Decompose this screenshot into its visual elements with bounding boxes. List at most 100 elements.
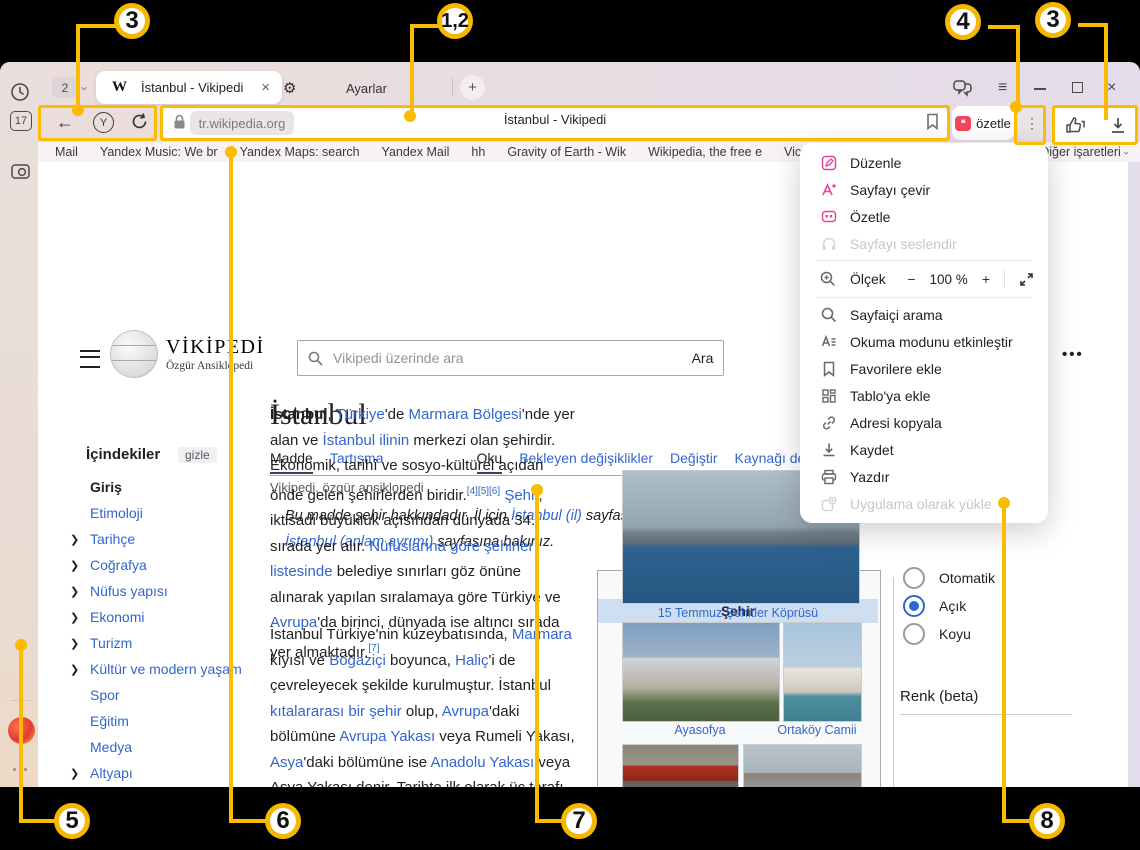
install-app-icon (820, 495, 837, 512)
bookmark-item[interactable]: Yandex Maps: search (240, 145, 360, 159)
bookmark-item[interactable]: Yandex Music: We br (100, 145, 218, 159)
annotation-box-nav-buttons (38, 105, 157, 141)
callout-8: 8 (1029, 803, 1065, 839)
annotation-line (76, 24, 116, 28)
tab-degistir[interactable]: Değiştir (670, 450, 717, 472)
annotation-line (1104, 23, 1108, 120)
menu-item-tabloya-ekle[interactable]: Tablo'ya ekle (800, 382, 1048, 409)
tab-close-icon[interactable]: × (261, 79, 270, 96)
minimize-button[interactable] (1034, 88, 1046, 90)
bookmark-item[interactable]: Mail (55, 145, 78, 159)
toc-item[interactable]: Kardeş şehirler (66, 786, 272, 787)
annotation-line (229, 819, 267, 823)
summarize-button[interactable]: ❝ özetle (952, 106, 1014, 140)
bookmark-item[interactable]: Gravity of Earth - Wik (507, 145, 626, 159)
toc-title: İçindekiler (86, 446, 160, 463)
wiki-search-input[interactable]: Vikipedi üzerinde ara (297, 340, 685, 376)
annotation-line (19, 645, 23, 823)
menu-item-favorilere-ekle[interactable]: Favorilere ekle (800, 355, 1048, 382)
callout-3-top-left: 3 (114, 3, 150, 39)
wiki-search-button[interactable]: Ara (682, 340, 724, 376)
active-tab[interactable]: W İstanbul - Vikipedi × (96, 71, 282, 104)
toc-item[interactable]: ❯Tarihçe (66, 526, 272, 552)
bookmark-item[interactable]: Wikipedia, the free e (648, 145, 762, 159)
search-icon (308, 351, 323, 366)
callout-3-top-right: 3 (1035, 2, 1071, 38)
zoom-in-button[interactable]: + (982, 271, 990, 287)
menu-item-kaydet[interactable]: Kaydet (800, 436, 1048, 463)
radio-icon[interactable] (903, 623, 925, 645)
toc-item[interactable]: Eğitim (66, 708, 272, 734)
annotation-box-side-tools (1052, 105, 1138, 145)
radio-koyu[interactable]: Koyu (903, 622, 971, 646)
toc-item[interactable]: Etimoloji (66, 500, 272, 526)
menu-item-ozetle[interactable]: Özetle (800, 203, 1048, 230)
screenshot-icon[interactable] (9, 161, 33, 181)
zoom-icon (820, 271, 837, 288)
tab-group-chevron-icon[interactable]: › (83, 80, 87, 98)
radio-otomatik[interactable]: Otomatik (903, 566, 995, 590)
menu-item-sayfaici-arama[interactable]: Sayfaiçi arama (800, 301, 1048, 328)
tram-photo[interactable] (622, 744, 739, 787)
menu-item-duzenle[interactable]: Düzenle (800, 149, 1048, 176)
wikipedia-globe-logo[interactable] (110, 330, 158, 378)
fullscreen-icon[interactable] (1019, 272, 1034, 287)
find-in-page-icon (820, 306, 837, 323)
toc-item[interactable]: ❯Ekonomi (66, 604, 272, 630)
ortakoy-photo[interactable] (783, 622, 862, 722)
link-icon (820, 414, 837, 431)
new-tab-button[interactable]: + (460, 75, 485, 100)
toc-item[interactable]: Spor (66, 682, 272, 708)
browser-menu-icon[interactable]: ≡ (998, 79, 1007, 97)
radio-acik[interactable]: Açık (903, 594, 966, 618)
wiki-more-tools[interactable]: ••• (1062, 346, 1084, 363)
grid-icon (820, 387, 837, 404)
bookmark-item[interactable]: hh (471, 145, 485, 159)
menu-item-uygulama-olarak-yukle: Uygulama olarak yükle (800, 490, 1048, 517)
toc-item[interactable]: ❯Turizm (66, 630, 272, 656)
tabs-counter-badge[interactable]: 17 (10, 111, 32, 131)
annotation-box-address-bar (160, 105, 950, 141)
toc-item[interactable]: ❯Altyapı (66, 760, 272, 786)
tab-divider (452, 78, 453, 96)
toc-item[interactable]: ❯Nüfus yapısı (66, 578, 272, 604)
maximize-button[interactable] (1072, 82, 1083, 93)
chat-bubbles-icon[interactable] (952, 79, 973, 98)
toc-item[interactable]: ❯Coğrafya (66, 552, 272, 578)
menu-item-adresi-kopyala[interactable]: Adresi kopyala (800, 409, 1048, 436)
toc-hide-button[interactable]: gizle (178, 447, 217, 463)
tab-group-counter[interactable]: 2 (52, 77, 78, 98)
annotation-dot (404, 110, 416, 122)
active-tab-title: İstanbul - Vikipedi (141, 80, 261, 95)
close-button[interactable]: × (1107, 79, 1116, 97)
menu-item-yazdir[interactable]: Yazdır (800, 463, 1048, 490)
galata-photo[interactable] (743, 744, 862, 787)
toc-item[interactable]: Giriş (66, 474, 272, 500)
color-setting-divider (900, 714, 1072, 715)
callout-7: 7 (561, 803, 597, 839)
menu-item-sayfayi-cevir[interactable]: Sayfayı çevir (800, 176, 1048, 203)
settings-gear-icon[interactable]: ⚙ (283, 79, 296, 97)
search-placeholder: Vikipedi üzerinde ara (333, 350, 464, 366)
annotation-line (1002, 819, 1031, 823)
zoom-out-button[interactable]: − (907, 271, 915, 287)
expand-chevron-icon: ❯ (66, 559, 90, 572)
menu-divider (816, 260, 1032, 261)
annotation-dot (998, 497, 1010, 509)
wiki-hamburger-icon[interactable] (80, 350, 100, 368)
toc-item[interactable]: ❯Kültür ve modern yaşam (66, 656, 272, 682)
settings-tab[interactable]: Ayarlar (346, 81, 387, 96)
menu-divider (816, 297, 1032, 298)
menu-item-okuma-modu[interactable]: Okuma modunu etkinleştir (800, 328, 1048, 355)
headphones-icon (820, 235, 837, 252)
expand-chevron-icon: ❯ (66, 585, 90, 598)
radio-selected-icon[interactable] (903, 595, 925, 617)
bookmark-item[interactable]: Yandex Mail (382, 145, 450, 159)
edit-icon (820, 154, 837, 171)
history-icon[interactable] (10, 82, 30, 102)
bridge-caption[interactable]: 15 Temmuz Şehitler Köprüsü (597, 606, 879, 620)
ortakoy-caption[interactable]: Ortaköy Camii (755, 723, 879, 737)
radio-icon[interactable] (903, 567, 925, 589)
toc-item[interactable]: Medya (66, 734, 272, 760)
ayasofya-photo[interactable] (622, 622, 780, 722)
